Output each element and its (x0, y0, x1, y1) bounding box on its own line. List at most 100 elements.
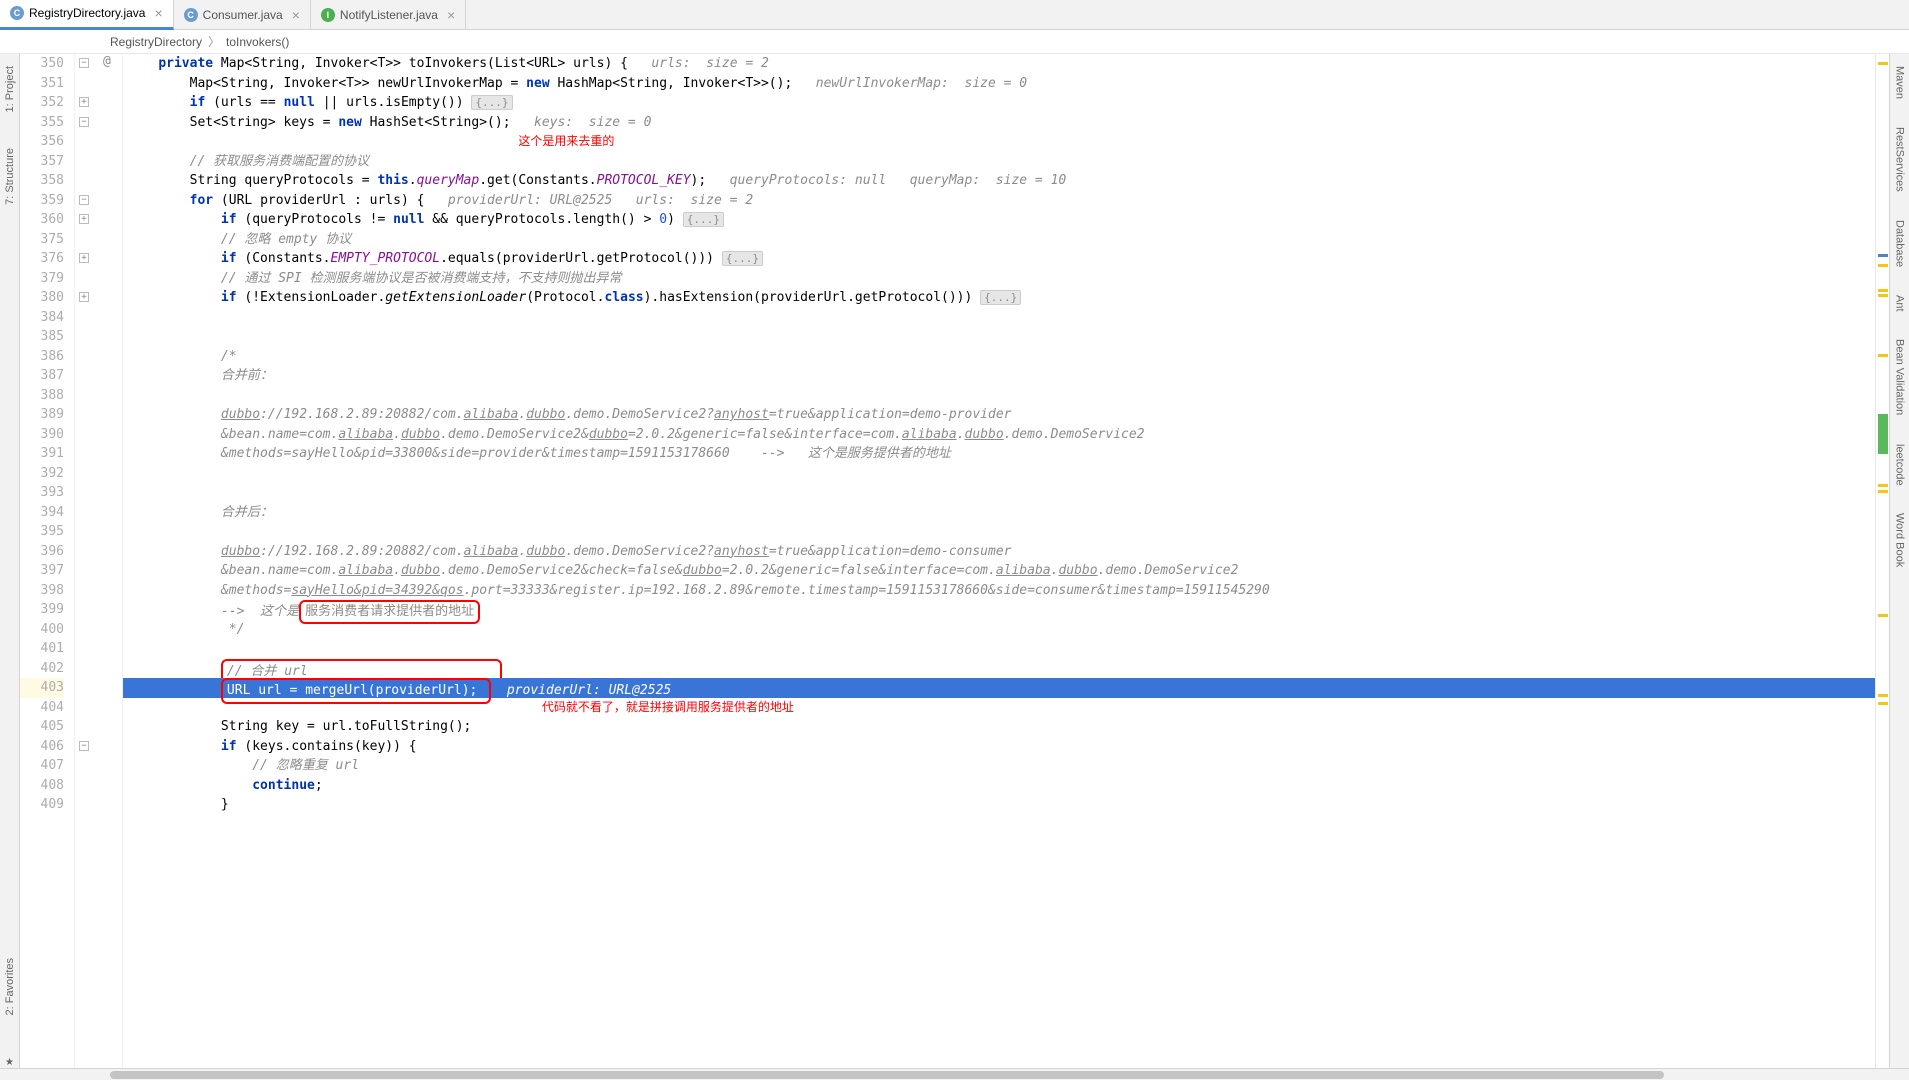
line-number[interactable]: 352 (20, 93, 64, 113)
code-line[interactable]: */ (123, 620, 1875, 640)
line-number[interactable]: 407 (20, 756, 64, 776)
marker-strip[interactable] (1875, 54, 1889, 1068)
code-line[interactable]: for (URL providerUrl : urls) { providerU… (123, 191, 1875, 211)
fold-toggle-icon[interactable]: − (79, 117, 89, 127)
line-number[interactable]: 397 (20, 561, 64, 581)
error-stripe-mark[interactable] (1878, 62, 1888, 65)
error-stripe-mark[interactable] (1878, 614, 1888, 617)
breadcrumb-item[interactable]: RegistryDirectory (110, 35, 202, 49)
code-line[interactable]: &methods=sayHello&pid=33800&side=provide… (123, 444, 1875, 464)
code-line[interactable]: // 获取服务消费端配置的协议 (123, 152, 1875, 172)
code-line[interactable]: if (!ExtensionLoader.getExtensionLoader(… (123, 288, 1875, 308)
line-number[interactable]: 389 (20, 405, 64, 425)
code-line[interactable]: Map<String, Invoker<T>> newUrlInvokerMap… (123, 74, 1875, 94)
line-number[interactable]: 388 (20, 386, 64, 406)
fold-column[interactable]: @ −+−−+++− (75, 54, 123, 1068)
editor-tab[interactable]: INotifyListener.java× (311, 0, 466, 30)
close-icon[interactable]: × (447, 7, 455, 23)
editor-tab[interactable]: CRegistryDirectory.java× (0, 0, 174, 30)
line-number[interactable]: 380 (20, 288, 64, 308)
line-number[interactable]: 360 (20, 210, 64, 230)
close-icon[interactable]: × (154, 5, 162, 21)
fold-toggle-icon[interactable]: − (79, 741, 89, 751)
line-number[interactable]: 358 (20, 171, 64, 191)
line-number[interactable]: 379 (20, 269, 64, 289)
line-number[interactable]: 403 (20, 678, 64, 698)
line-number[interactable]: 408 (20, 776, 64, 796)
code-line[interactable]: continue; (123, 776, 1875, 796)
fold-toggle-icon[interactable]: − (79, 58, 89, 68)
tool-window-button[interactable]: 7: Structure (4, 144, 16, 209)
code-line[interactable]: &bean.name=com.alibaba.dubbo.demo.DemoSe… (123, 561, 1875, 581)
code-line[interactable]: /* (123, 347, 1875, 367)
code-line[interactable]: if (keys.contains(key)) { (123, 737, 1875, 757)
fold-toggle-icon[interactable]: − (79, 195, 89, 205)
code-line[interactable]: &bean.name=com.alibaba.dubbo.demo.DemoSe… (123, 425, 1875, 445)
line-number[interactable]: 395 (20, 522, 64, 542)
code-line[interactable]: Set<String> keys = new HashSet<String>()… (123, 113, 1875, 133)
horizontal-scrollbar[interactable] (0, 1068, 1909, 1080)
line-number[interactable]: 409 (20, 795, 64, 815)
line-number[interactable]: 350 (20, 54, 64, 74)
error-stripe-mark[interactable] (1878, 414, 1888, 454)
error-stripe-mark[interactable] (1878, 264, 1888, 267)
line-number[interactable]: 401 (20, 639, 64, 659)
fold-toggle-icon[interactable]: + (79, 214, 89, 224)
line-number[interactable]: 406 (20, 737, 64, 757)
code-line[interactable] (123, 308, 1875, 328)
line-number[interactable]: 404 (20, 698, 64, 718)
line-number[interactable]: 393 (20, 483, 64, 503)
code-line[interactable]: if (urls == null || urls.isEmpty()) {...… (123, 93, 1875, 113)
code-line[interactable]: if (queryProtocols != null && queryProto… (123, 210, 1875, 230)
error-stripe-mark[interactable] (1878, 254, 1888, 257)
line-number[interactable]: 386 (20, 347, 64, 367)
line-number[interactable]: 359 (20, 191, 64, 211)
code-line[interactable]: // 通过 SPI 检测服务端协议是否被消费端支持，不支持则抛出异常 (123, 269, 1875, 289)
code-line[interactable]: private Map<String, Invoker<T>> toInvoke… (123, 54, 1875, 74)
code-line[interactable]: } (123, 795, 1875, 815)
line-number[interactable]: 405 (20, 717, 64, 737)
tool-window-button[interactable]: 1: Project (4, 62, 16, 116)
code-line[interactable]: dubbo://192.168.2.89:20882/com.alibaba.d… (123, 542, 1875, 562)
line-number[interactable]: 355 (20, 113, 64, 133)
fold-toggle-icon[interactable]: + (79, 253, 89, 263)
tool-window-button[interactable]: Ant (1894, 291, 1906, 316)
line-number[interactable]: 398 (20, 581, 64, 601)
code-line[interactable]: 代码就不看了，就是拼接调用服务提供者的地址 (123, 698, 1875, 718)
line-number[interactable]: 390 (20, 425, 64, 445)
line-number[interactable]: 392 (20, 464, 64, 484)
code-line[interactable] (123, 483, 1875, 503)
error-stripe-mark[interactable] (1878, 289, 1888, 292)
code-line[interactable]: String key = url.toFullString(); (123, 717, 1875, 737)
line-number[interactable]: 400 (20, 620, 64, 640)
code-line[interactable]: if (Constants.EMPTY_PROTOCOL.equals(prov… (123, 249, 1875, 269)
line-number[interactable]: 351 (20, 74, 64, 94)
tool-window-button[interactable]: leetcode (1894, 440, 1906, 490)
line-number[interactable]: 387 (20, 366, 64, 386)
error-stripe-mark[interactable] (1878, 694, 1888, 697)
code-line[interactable]: // 合并 url (123, 659, 1875, 679)
code-line[interactable]: dubbo://192.168.2.89:20882/com.alibaba.d… (123, 405, 1875, 425)
code-line[interactable] (123, 327, 1875, 347)
tool-window-button[interactable]: RestServices (1894, 123, 1906, 196)
tool-window-button[interactable]: Bean Validation (1894, 335, 1906, 419)
scroll-thumb[interactable] (110, 1071, 1664, 1079)
line-number[interactable]: 384 (20, 308, 64, 328)
line-number[interactable]: 399 (20, 600, 64, 620)
code-line[interactable]: --> 这个是服务消费者请求提供者的地址 (123, 600, 1875, 620)
tool-window-button[interactable]: 2: Favorites (4, 954, 16, 1019)
error-stripe-mark[interactable] (1878, 354, 1888, 357)
line-number[interactable]: 391 (20, 444, 64, 464)
error-stripe-mark[interactable] (1878, 490, 1888, 493)
fold-toggle-icon[interactable]: + (79, 292, 89, 302)
tool-window-button[interactable]: Maven (1894, 62, 1906, 103)
line-number[interactable]: 375 (20, 230, 64, 250)
breadcrumb-item[interactable]: toInvokers() (226, 35, 289, 49)
code-line[interactable]: URL url = mergeUrl(providerUrl); provide… (123, 678, 1875, 698)
error-stripe-mark[interactable] (1878, 484, 1888, 487)
tool-window-button[interactable]: Database (1894, 216, 1906, 271)
error-stripe-mark[interactable] (1878, 294, 1888, 297)
line-number[interactable]: 402 (20, 659, 64, 679)
code-line[interactable]: &methods=sayHello&pid=34392&qos.port=333… (123, 581, 1875, 601)
line-number[interactable]: 385 (20, 327, 64, 347)
